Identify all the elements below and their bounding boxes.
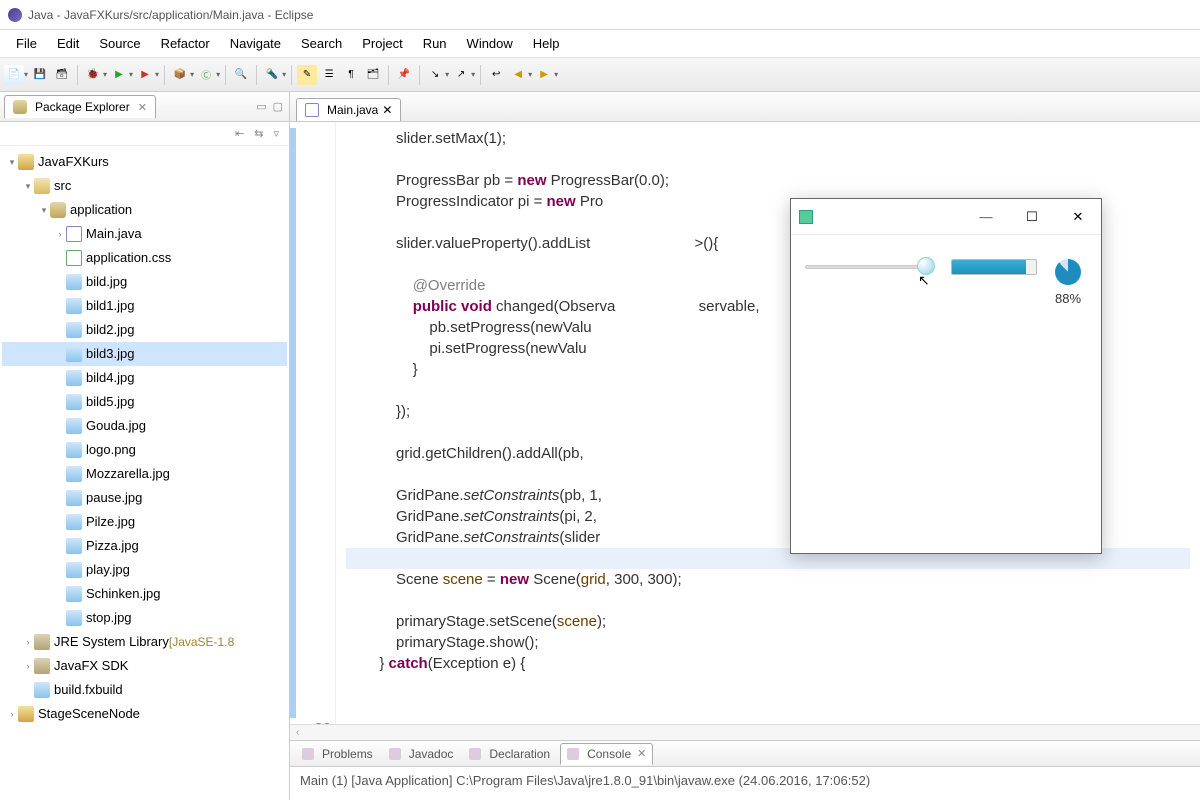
bottom-panel: ProblemsJavadocDeclarationConsole✕ Main … [290,740,1200,800]
tab-javadoc[interactable]: Javadoc [383,744,460,764]
project-tree[interactable]: ▾JavaFXKurs▾src▾application›Main.javaapp… [0,146,289,800]
javafx-app-window[interactable]: — ☐ ✕ 88% [790,198,1102,554]
tree-item[interactable]: application.css [2,246,287,270]
tree-item[interactable]: pause.jpg [2,486,287,510]
tree-item[interactable]: bild1.jpg [2,294,287,318]
view-menu-icon[interactable]: ▿ [273,127,279,140]
menu-help[interactable]: Help [523,32,570,55]
menu-navigate[interactable]: Navigate [220,32,291,55]
editor-tab-label: Main.java [327,103,378,117]
progress-indicator-label: 88% [1055,291,1081,306]
toggle-mark-icon[interactable]: ✎ [297,65,317,85]
maximize-button[interactable]: ☐ [1009,202,1055,232]
horizontal-scrollbar[interactable]: ‹ [290,724,1200,740]
run-last-icon[interactable]: ▶ [135,65,155,85]
tree-item[interactable]: bild3.jpg [2,342,287,366]
tree-item[interactable]: ›StageSceneNode [2,702,287,726]
save-all-icon[interactable]: 🗃 [52,65,72,85]
forward-icon[interactable]: ▶ [534,65,554,85]
menu-refactor[interactable]: Refactor [151,32,220,55]
progress-indicator-circle [1055,259,1081,285]
pin-editor-icon[interactable]: 📌 [394,65,414,85]
menu-search[interactable]: Search [291,32,352,55]
progress-bar [951,259,1037,275]
package-explorer-label: Package Explorer [35,100,130,114]
tree-item[interactable]: bild2.jpg [2,318,287,342]
save-icon[interactable]: 💾 [30,65,50,85]
show-whitespace-icon[interactable]: ¶ [341,65,361,85]
tree-item[interactable]: bild4.jpg [2,366,287,390]
menu-window[interactable]: Window [457,32,523,55]
tree-item[interactable]: ▾application [2,198,287,222]
toggle-block-icon[interactable]: ☰ [319,65,339,85]
main-toolbar: 📄▾ 💾 🗃 🐞▾ ▶▾ ▶▾ 📦▾ Ⓒ▾ 🔍 🔦▾ ✎ ☰ ¶ 🗂 📌 ↘▾ … [0,58,1200,92]
tree-item[interactable]: ▾src [2,174,287,198]
tree-item[interactable]: build.fxbuild [2,678,287,702]
new-class-icon[interactable]: Ⓒ [196,65,216,85]
tree-item[interactable]: logo.png [2,438,287,462]
link-editor-icon[interactable]: ⇆ [254,127,263,140]
menu-file[interactable]: File [6,32,47,55]
cursor-icon: ↖ [918,272,930,289]
window-titlebar: Java - JavaFXKurs/src/application/Main.j… [0,0,1200,30]
tree-item[interactable]: ›Main.java [2,222,287,246]
new-package-icon[interactable]: 📦 [170,65,190,85]
editor-tab-main[interactable]: Main.java ✕ [296,98,401,121]
console-output: Main (1) [Java Application] C:\Program F… [290,767,1200,794]
eclipse-icon [8,8,22,22]
menu-source[interactable]: Source [89,32,150,55]
new-icon[interactable]: 📄 [4,65,24,85]
search-icon[interactable]: 🔦 [262,65,282,85]
debug-icon[interactable]: 🐞 [83,65,103,85]
close-button[interactable]: ✕ [1055,202,1101,232]
tab-problems[interactable]: Problems [296,744,379,764]
tree-item[interactable]: Gouda.jpg [2,414,287,438]
last-edit-icon[interactable]: ↩ [486,65,506,85]
tree-item[interactable]: Schinken.jpg [2,582,287,606]
tree-item[interactable]: ›JavaFX SDK [2,654,287,678]
window-title: Java - JavaFXKurs/src/application/Main.j… [28,8,313,22]
javafx-app-icon [799,210,813,224]
progress-indicator: 88% [1055,259,1081,306]
maximize-icon[interactable]: ▢ [273,100,283,113]
menu-edit[interactable]: Edit [47,32,89,55]
prev-annotation-icon[interactable]: ↗ [451,65,471,85]
tree-item[interactable]: ›JRE System Library [JavaSE-1.8 [2,630,287,654]
tree-item[interactable]: play.jpg [2,558,287,582]
progress-bar-fill [952,260,1026,274]
tab-declaration[interactable]: Declaration [463,744,556,764]
collapse-all-icon[interactable]: ⇤ [235,127,244,140]
tree-item[interactable]: ▾JavaFXKurs [2,150,287,174]
open-type-icon[interactable]: 🔍 [231,65,251,85]
tree-item[interactable]: Pizza.jpg [2,534,287,558]
close-icon[interactable]: ✕ [138,101,147,114]
menubar: FileEditSourceRefactorNavigateSearchProj… [0,30,1200,58]
package-icon [13,100,27,114]
line-gutter: 3233343536373839404142434445464748495051… [290,122,336,724]
next-annotation-icon[interactable]: ↘ [425,65,445,85]
package-explorer-tab[interactable]: Package Explorer ✕ [4,95,156,118]
back-icon[interactable]: ◀ [508,65,528,85]
minimize-icon[interactable]: ▭ [256,100,266,113]
tree-item[interactable]: Pilze.jpg [2,510,287,534]
slider-track [805,265,933,269]
run-icon[interactable]: ▶ [109,65,129,85]
toggle-breadcrumb-icon[interactable]: 🗂 [363,65,383,85]
tree-item[interactable]: bild.jpg [2,270,287,294]
tree-item[interactable]: Mozzarella.jpg [2,462,287,486]
java-file-icon [305,103,319,117]
close-icon[interactable]: ✕ [382,103,392,117]
menu-project[interactable]: Project [352,32,412,55]
slider[interactable] [805,259,933,275]
tree-item[interactable]: bild5.jpg [2,390,287,414]
menu-run[interactable]: Run [413,32,457,55]
minimize-button[interactable]: — [963,202,1009,232]
package-explorer-view: Package Explorer ✕ ▭ ▢ ⇤ ⇆ ▿ ▾JavaFXKurs… [0,92,290,800]
tab-console[interactable]: Console✕ [560,743,653,765]
tree-item[interactable]: stop.jpg [2,606,287,630]
